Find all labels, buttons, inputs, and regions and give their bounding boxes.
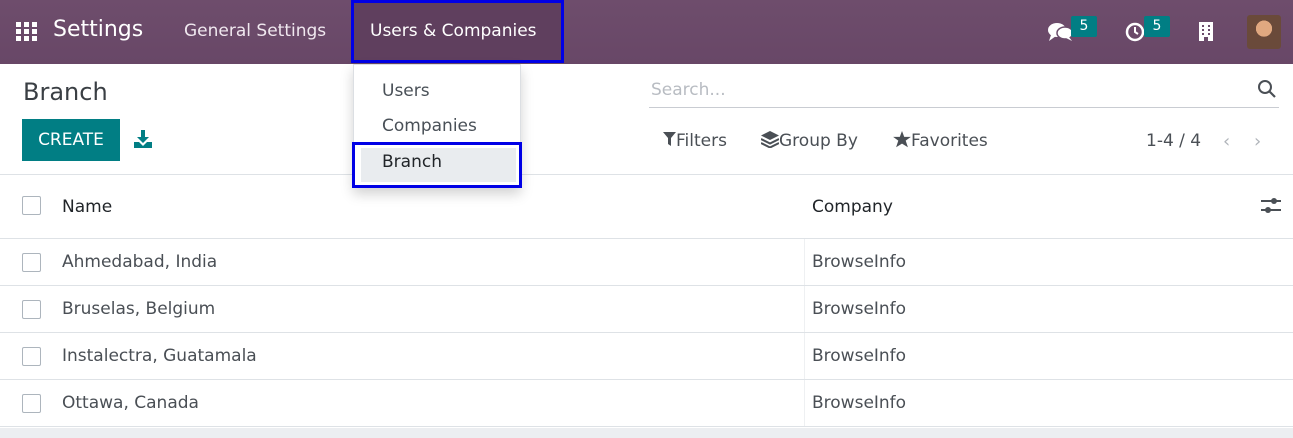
pager-previous-icon[interactable]: ‹ (1223, 131, 1230, 152)
filter-icon (663, 132, 676, 146)
row-checkbox[interactable] (22, 394, 41, 413)
messages-badge: 5 (1071, 16, 1097, 37)
column-divider (804, 286, 805, 332)
app-title: Settings (53, 17, 144, 42)
cell-name: Bruselas, Belgium (62, 299, 216, 319)
cell-company: BrowseInfo (812, 346, 907, 366)
top-navbar: Settings General Settings Users & Compan… (0, 0, 1293, 64)
table-footer (0, 428, 1293, 438)
building-icon[interactable] (1199, 22, 1213, 41)
dropdown-item-companies[interactable]: Companies (382, 116, 477, 136)
column-divider (804, 239, 805, 285)
cell-name: Ahmedabad, India (62, 252, 218, 272)
cell-company: BrowseInfo (812, 252, 907, 272)
optional-columns-icon[interactable] (1261, 197, 1281, 215)
filters-label: Filters (676, 131, 727, 151)
branch-list-table: Name Company Ahmedabad, India BrowseInfo… (0, 174, 1293, 427)
row-checkbox[interactable] (22, 347, 41, 366)
favorites-label: Favorites (911, 131, 988, 151)
dropdown-item-branch[interactable]: Branch (382, 152, 442, 172)
search-bar (649, 73, 1279, 108)
menu-users-companies[interactable]: Users & Companies (370, 21, 537, 41)
column-header-name[interactable]: Name (62, 197, 112, 217)
apps-grid-icon[interactable] (16, 22, 37, 42)
table-row[interactable]: Instalectra, Guatamala BrowseInfo (0, 333, 1293, 380)
star-icon (893, 131, 911, 148)
column-header-company[interactable]: Company (812, 197, 893, 217)
search-input[interactable] (651, 77, 1241, 103)
cell-name: Ottawa, Canada (62, 393, 199, 413)
create-button[interactable]: CREATE (22, 119, 120, 161)
group-by-label: Group By (779, 131, 858, 151)
page-title: Branch (23, 78, 108, 106)
download-icon[interactable] (134, 130, 152, 148)
pager-next-icon[interactable]: › (1254, 131, 1261, 152)
table-row[interactable]: Ahmedabad, India BrowseInfo (0, 239, 1293, 286)
cell-company: BrowseInfo (812, 393, 907, 413)
users-companies-dropdown: Users Companies Branch (352, 64, 522, 188)
column-divider (804, 380, 805, 426)
search-icon[interactable] (1257, 79, 1277, 99)
favorites-toggle[interactable]: Favorites (893, 131, 988, 151)
table-row[interactable]: Ottawa, Canada BrowseInfo (0, 380, 1293, 427)
row-checkbox[interactable] (22, 300, 41, 319)
select-all-checkbox[interactable] (22, 196, 41, 215)
pager-value[interactable]: 1-4 / 4 (1146, 131, 1201, 151)
activities-badge: 5 (1144, 16, 1170, 37)
column-divider (804, 333, 805, 379)
table-row[interactable]: Bruselas, Belgium BrowseInfo (0, 286, 1293, 333)
group-by-toggle[interactable]: Group By (760, 131, 858, 151)
table-header: Name Company (0, 174, 1293, 239)
cell-name: Instalectra, Guatamala (62, 346, 257, 366)
user-avatar[interactable] (1247, 15, 1281, 49)
clock-icon[interactable] (1125, 22, 1145, 42)
menu-general-settings[interactable]: General Settings (184, 21, 326, 41)
dropdown-item-users[interactable]: Users (382, 81, 430, 101)
cell-company: BrowseInfo (812, 299, 907, 319)
filters-toggle[interactable]: Filters (663, 131, 727, 151)
layers-icon (760, 131, 780, 149)
row-checkbox[interactable] (22, 253, 41, 272)
